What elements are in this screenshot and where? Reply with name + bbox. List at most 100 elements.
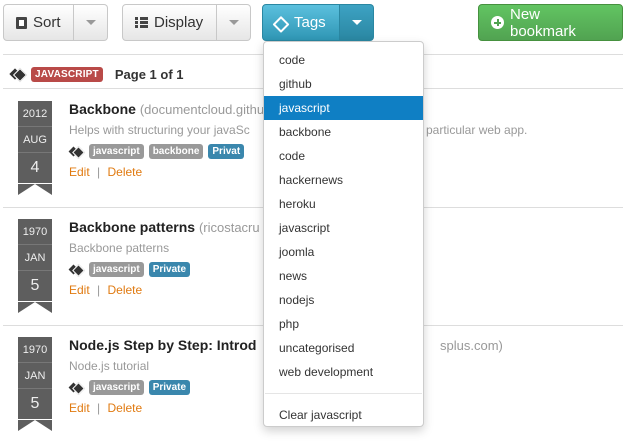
- display-button-group: Display: [122, 4, 251, 41]
- tags-icon: [69, 382, 84, 393]
- ribbon-tail: [18, 302, 52, 313]
- sort-button-group: Sort: [3, 4, 108, 41]
- bookmark-tags: javascript Private: [69, 380, 195, 395]
- page-indicator: Page 1 of 1: [114, 66, 184, 82]
- tag-icon: [275, 17, 288, 29]
- private-badge: Privat: [208, 144, 245, 159]
- tag-menu-item[interactable]: joomla: [264, 240, 423, 264]
- bookmark-description: Helps with structuring your javaSc parti…: [69, 123, 527, 137]
- date-day: 4: [30, 159, 40, 176]
- bookmark-domain: (documentcloud.githu: [139, 102, 265, 117]
- tag-label[interactable]: backbone: [148, 144, 204, 159]
- date-month: AUG: [18, 127, 52, 153]
- tags-button-group: Tags: [262, 4, 374, 41]
- tag-label[interactable]: javascript: [89, 144, 144, 159]
- tags-button[interactable]: Tags: [262, 4, 340, 41]
- tag-menu-item[interactable]: github: [264, 72, 423, 96]
- list-icon: [135, 17, 148, 28]
- tag-menu-item[interactable]: code: [264, 144, 423, 168]
- edit-link[interactable]: Edit: [69, 283, 90, 297]
- tag-label[interactable]: javascript: [89, 262, 144, 277]
- bookmark-name[interactable]: Node.js Step by Step: Introd: [69, 337, 256, 353]
- delete-link[interactable]: Delete: [108, 165, 143, 179]
- bookmark-description-left: Backbone patterns: [69, 241, 170, 255]
- chevron-down-icon: [228, 20, 239, 25]
- action-separator: |: [97, 401, 101, 415]
- bookmark-description: Node.js tutorial: [69, 359, 149, 373]
- tag-menu-item[interactable]: hackernews: [264, 168, 423, 192]
- tags-label: Tags: [294, 14, 326, 31]
- display-dropdown-toggle[interactable]: [217, 4, 251, 41]
- tag-menu-item[interactable]: nodejs: [264, 288, 423, 312]
- display-label: Display: [154, 14, 204, 31]
- date-day: 5: [30, 277, 40, 294]
- bookmark-actions: Edit | Delete: [69, 283, 142, 297]
- edit-link[interactable]: Edit: [69, 165, 90, 179]
- tags-icon: [69, 264, 84, 275]
- date-month: JAN: [18, 245, 52, 271]
- sort-icon: [16, 16, 27, 29]
- bookmark-title[interactable]: Backbone patterns (ricostacru: [69, 219, 260, 235]
- chevron-down-icon: [351, 20, 362, 25]
- date-ribbon: 2012 AUG 4: [18, 101, 52, 183]
- delete-link[interactable]: Delete: [108, 401, 143, 415]
- chevron-down-icon: [85, 20, 96, 25]
- date-year: 1970: [18, 219, 52, 245]
- private-badge: Private: [148, 262, 191, 277]
- ribbon-tail: [18, 420, 52, 431]
- date-year: 1970: [18, 337, 52, 363]
- bookmark-title[interactable]: Node.js Step by Step: Introd splus.com): [69, 337, 503, 353]
- tag-menu-item[interactable]: web development: [264, 360, 423, 384]
- bookmark-actions: Edit | Delete: [69, 165, 142, 179]
- bookmark-description-left: Helps with structuring your javaSc: [69, 123, 250, 137]
- bookmark-domain: (ricostacru: [198, 220, 260, 235]
- tag-menu-item[interactable]: code: [264, 48, 423, 72]
- plus-circle-icon: [491, 16, 504, 29]
- bookmark-name[interactable]: Backbone: [69, 101, 136, 117]
- page-header: JAVASCRIPT Page 1 of 1: [10, 64, 184, 84]
- bookmark-name[interactable]: Backbone patterns: [69, 219, 195, 235]
- tags-dropdown-toggle[interactable]: [340, 4, 374, 41]
- delete-link[interactable]: Delete: [108, 283, 143, 297]
- bookmark-description-right: particular web app.: [426, 123, 528, 137]
- tags-dropdown-menu: code github javascript backbone code hackerne…: [263, 41, 424, 427]
- tag-menu-item[interactable]: heroku: [264, 192, 423, 216]
- sort-dropdown-toggle[interactable]: [74, 4, 108, 41]
- action-separator: |: [97, 165, 101, 179]
- new-bookmark-label: New bookmark: [510, 5, 576, 40]
- private-badge: Private: [148, 380, 191, 395]
- edit-link[interactable]: Edit: [69, 401, 90, 415]
- date-ribbon: 1970 JAN 5: [18, 337, 52, 419]
- bookmark-actions: Edit | Delete: [69, 401, 142, 415]
- bookmark-tags: javascript backbone Privat: [69, 144, 249, 159]
- tag-menu-item[interactable]: news: [264, 264, 423, 288]
- tag-menu-item[interactable]: javascript: [264, 216, 423, 240]
- display-button[interactable]: Display: [122, 4, 217, 41]
- ribbon-tail: [18, 184, 52, 195]
- dropdown-divider: [265, 393, 422, 394]
- bookmark-domain: splus.com): [440, 338, 503, 353]
- date-day: 5: [30, 395, 40, 412]
- bookmark-title[interactable]: Backbone (documentcloud.githu: [69, 101, 264, 117]
- date-month: JAN: [18, 363, 52, 389]
- bookmark-description: Backbone patterns: [69, 241, 169, 255]
- tag-label[interactable]: javascript: [89, 380, 144, 395]
- bookmark-tags: javascript Private: [69, 262, 195, 277]
- tag-menu-item[interactable]: uncategorised: [264, 336, 423, 360]
- date-year: 2012: [18, 101, 52, 127]
- tags-icon: [10, 68, 25, 80]
- tag-menu-item[interactable]: php: [264, 312, 423, 336]
- sort-button[interactable]: Sort: [3, 4, 74, 41]
- clear-tag-item[interactable]: Clear javascript: [264, 403, 423, 427]
- tags-dropdown-list: code github javascript backbone code hackerne…: [264, 48, 423, 384]
- date-ribbon: 1970 JAN 5: [18, 219, 52, 301]
- active-tag-badge: JAVASCRIPT: [31, 66, 103, 82]
- new-bookmark-button[interactable]: New bookmark: [478, 4, 623, 41]
- sort-label: Sort: [33, 14, 61, 31]
- new-bookmark-group: New bookmark: [478, 4, 623, 41]
- bookmark-description-left: Node.js tutorial: [69, 359, 150, 373]
- tag-menu-item[interactable]: backbone: [264, 120, 423, 144]
- tag-menu-item[interactable]: javascript: [264, 96, 423, 120]
- tags-icon: [69, 146, 84, 157]
- action-separator: |: [97, 283, 101, 297]
